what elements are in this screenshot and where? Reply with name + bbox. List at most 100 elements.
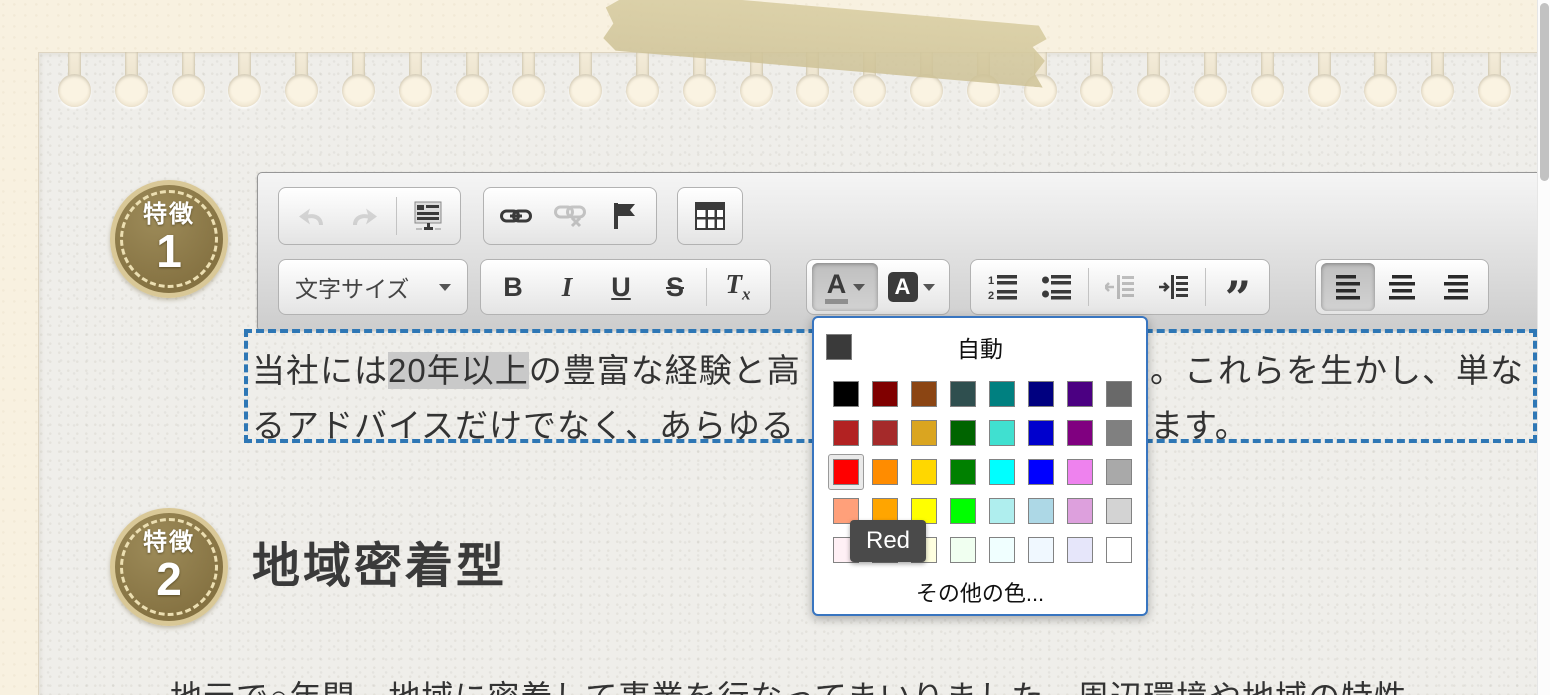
color-swatch[interactable]	[1106, 420, 1132, 446]
hole-bulb	[569, 74, 602, 107]
color-swatch[interactable]	[1106, 537, 1132, 563]
color-swatch[interactable]	[989, 459, 1015, 485]
color-swatch[interactable]	[833, 459, 859, 485]
bold-button[interactable]: B	[486, 263, 540, 311]
list-indent-group: 1 2	[970, 259, 1270, 315]
insert-table-button[interactable]	[683, 192, 737, 240]
hole-bulb	[626, 74, 659, 107]
anchor-button[interactable]	[597, 192, 651, 240]
svg-text:2: 2	[988, 290, 994, 300]
hole-bulb	[1080, 74, 1113, 107]
editor-text-line1-right[interactable]: 。これらを生かし、単な	[1150, 344, 1524, 392]
color-swatch[interactable]	[1028, 420, 1054, 446]
blockquote-button[interactable]: ”	[1210, 263, 1264, 311]
color-swatch[interactable]	[911, 420, 937, 446]
color-swatch[interactable]	[1028, 537, 1054, 563]
color-swatch[interactable]	[872, 459, 898, 485]
color-swatch[interactable]	[950, 381, 976, 407]
text-segment: の豊富な経験と高	[529, 352, 801, 389]
hole-bulb	[1251, 74, 1284, 107]
color-swatch[interactable]	[1067, 459, 1093, 485]
color-swatch[interactable]	[872, 420, 898, 446]
underline-button[interactable]: U	[594, 263, 648, 311]
text-color-button[interactable]: A	[812, 263, 878, 311]
hole-bulb	[1364, 74, 1397, 107]
color-swatch[interactable]	[911, 381, 937, 407]
undo-button[interactable]	[284, 192, 338, 240]
indent-button[interactable]	[1147, 263, 1201, 311]
hole-bulb	[342, 74, 375, 107]
color-swatch[interactable]	[950, 459, 976, 485]
bulleted-list-button[interactable]	[1030, 263, 1084, 311]
color-swatch[interactable]	[911, 459, 937, 485]
outdent-icon	[1105, 274, 1135, 300]
redo-button[interactable]	[338, 192, 392, 240]
hole-bulb	[456, 74, 489, 107]
color-swatch[interactable]	[872, 381, 898, 407]
color-swatch[interactable]	[1106, 459, 1132, 485]
vertical-scrollbar-track[interactable]	[1537, 0, 1550, 695]
selected-color-swatch[interactable]	[828, 454, 864, 490]
outdent-button[interactable]	[1093, 263, 1147, 311]
color-swatch[interactable]	[1067, 381, 1093, 407]
background-color-button[interactable]: A	[878, 263, 944, 311]
remove-format-button[interactable]: Tx	[711, 263, 765, 311]
hole-bulb	[1194, 74, 1227, 107]
color-swatch[interactable]	[950, 498, 976, 524]
align-center-button[interactable]	[1375, 263, 1429, 311]
hole-bulb	[228, 74, 261, 107]
flag-icon	[611, 202, 637, 230]
hole-bulb	[1137, 74, 1170, 107]
unlink-button[interactable]	[543, 192, 597, 240]
color-swatch[interactable]	[950, 420, 976, 446]
numbered-list-button[interactable]: 1 2	[976, 263, 1030, 311]
color-swatch[interactable]	[989, 537, 1015, 563]
color-swatch[interactable]	[1067, 537, 1093, 563]
color-swatch[interactable]	[1028, 459, 1054, 485]
color-swatch[interactable]	[1067, 498, 1093, 524]
color-swatch[interactable]	[989, 498, 1015, 524]
color-swatch[interactable]	[833, 381, 859, 407]
color-swatch[interactable]	[989, 420, 1015, 446]
basic-styles-group: B I U S Tx	[480, 259, 771, 315]
align-right-button[interactable]	[1429, 263, 1483, 311]
selected-text: 20年以上	[388, 352, 529, 389]
font-size-dropdown[interactable]: 文字サイズ	[278, 259, 468, 315]
color-swatch[interactable]	[833, 420, 859, 446]
italic-button[interactable]: I	[540, 263, 594, 311]
editor-toolbar: 文字サイズ B I U S Tx A A	[257, 172, 1537, 330]
automatic-color-label: 自動	[826, 330, 1134, 364]
redo-icon	[350, 203, 380, 229]
color-swatch[interactable]	[1106, 498, 1132, 524]
link-button[interactable]	[489, 192, 543, 240]
paste-layout-button[interactable]	[401, 192, 455, 240]
align-left-button[interactable]	[1321, 263, 1375, 311]
color-swatch[interactable]	[1067, 420, 1093, 446]
editor-text-line2-left[interactable]: るアドバイスだけでなく、あらゆる	[252, 399, 795, 447]
automatic-color-row[interactable]: 自動	[826, 330, 1134, 364]
table-icon	[695, 202, 725, 230]
separator	[1205, 268, 1206, 306]
hole-bulb	[399, 74, 432, 107]
hole-bulb	[115, 74, 148, 107]
section-paragraph: 地元で○年間、地域に密着して事業を行なってまいりました。周辺環境や地域の特性	[170, 672, 1407, 695]
more-colors-link[interactable]: その他の色...	[814, 576, 1146, 608]
color-swatch[interactable]	[1028, 498, 1054, 524]
editor-text-line1-left[interactable]: 当社には20年以上の豊富な経験と高	[252, 344, 801, 392]
color-swatch[interactable]	[1106, 381, 1132, 407]
align-center-icon	[1388, 274, 1416, 300]
strikethrough-button[interactable]: S	[648, 263, 702, 311]
color-swatch[interactable]	[989, 381, 1015, 407]
table-group	[677, 187, 743, 245]
remove-format-icon: Tx	[726, 271, 751, 302]
feature-badge-1: 特徴 1	[110, 180, 228, 298]
vertical-scrollbar-thumb[interactable]	[1540, 3, 1549, 181]
strike-label: S	[666, 274, 684, 301]
text-color-icon: A	[825, 271, 849, 304]
color-swatch[interactable]	[1028, 381, 1054, 407]
hole-bulb	[796, 74, 829, 107]
color-swatch[interactable]	[950, 537, 976, 563]
editor-text-line2-right[interactable]: ます。	[1150, 399, 1249, 447]
background-color-icon: A	[888, 272, 918, 302]
link-group	[483, 187, 657, 245]
